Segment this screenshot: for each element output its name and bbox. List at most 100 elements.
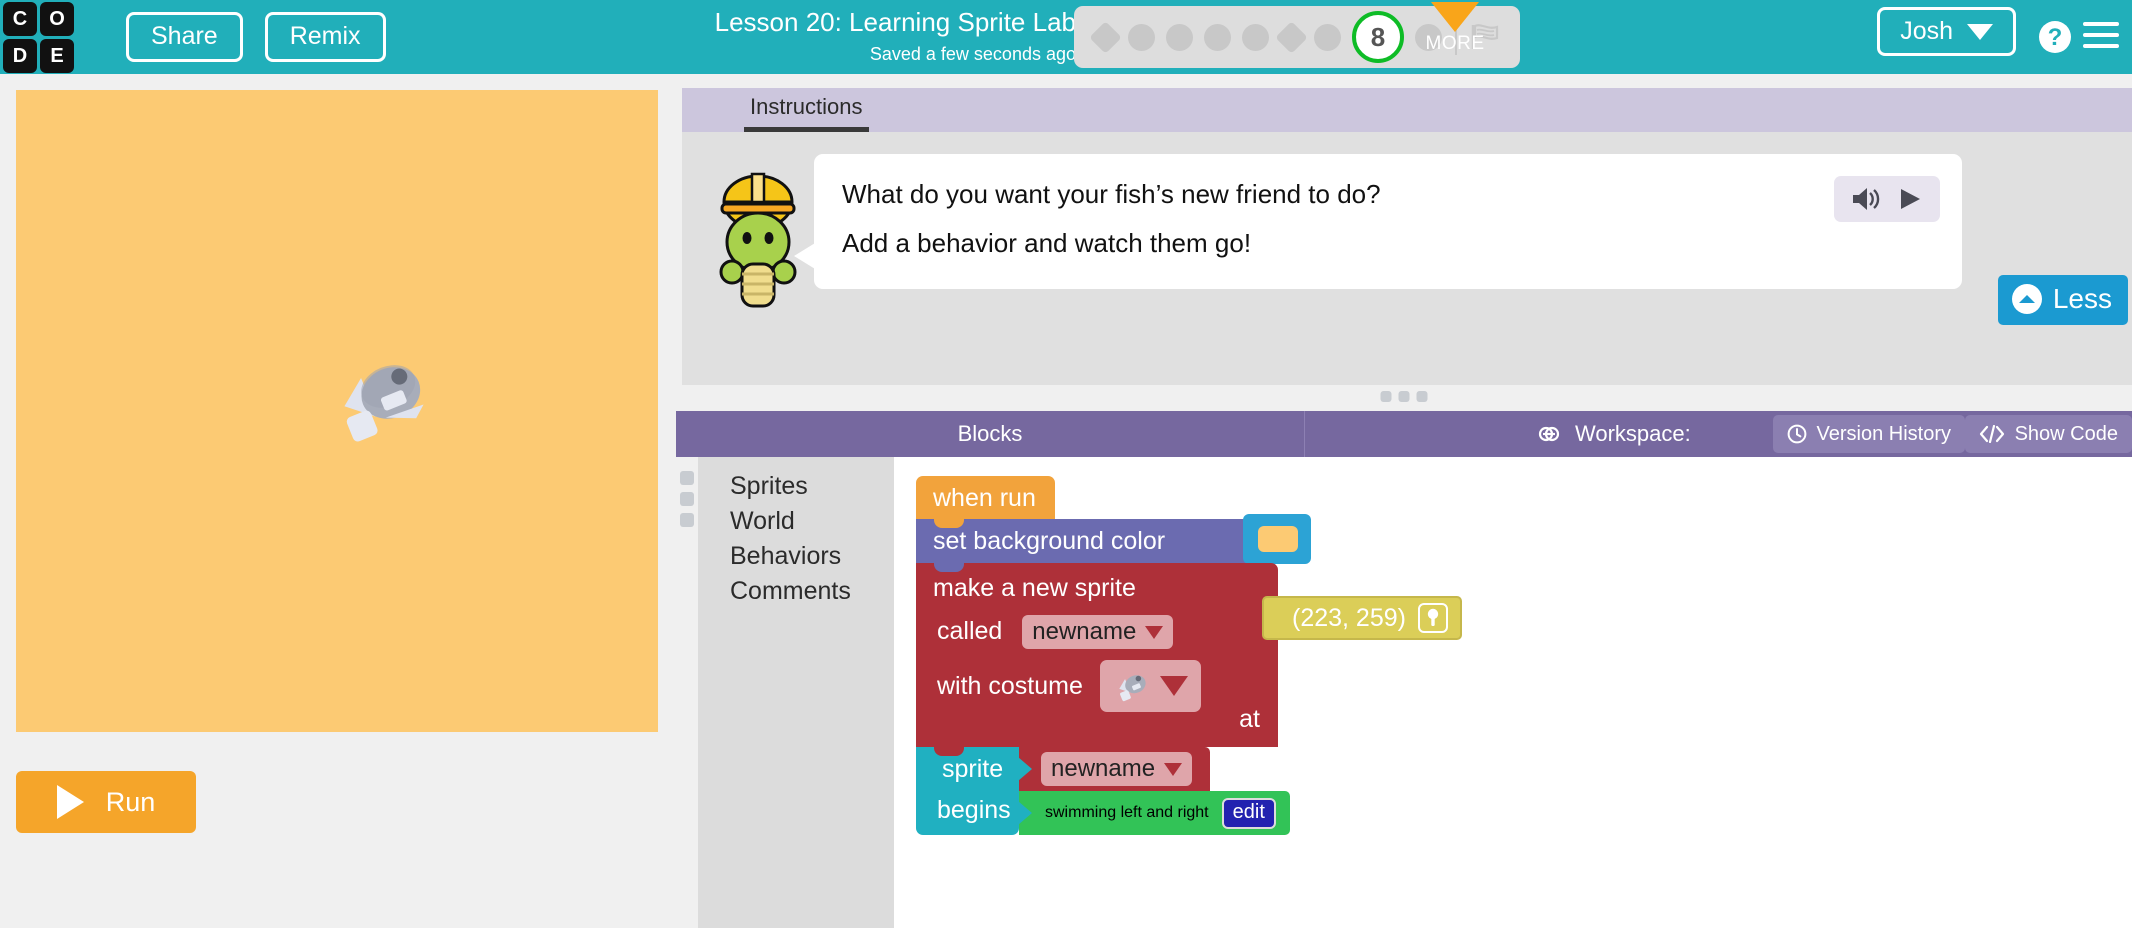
sprite-keyword-label: sprite	[942, 755, 1004, 783]
help-question-icon[interactable]: ?	[2038, 20, 2072, 54]
level-bubble-5[interactable]	[1242, 23, 1269, 51]
game-stage[interactable]	[16, 90, 658, 732]
workspace-label: Workspace:	[1575, 421, 1691, 446]
color-picker-socket[interactable]	[1243, 514, 1311, 564]
blocks-canvas[interactable]: when run set background color make a new…	[894, 457, 2132, 928]
palette-item-comments[interactable]: Comments	[698, 574, 894, 609]
block-when-run-label: when run	[933, 483, 1036, 512]
editor-pane: Instructions What do you want your fish’…	[676, 74, 2132, 928]
instruction-line-2: Add a behavior and watch them go!	[842, 228, 1252, 258]
caret-down-icon	[1431, 2, 1479, 32]
logo-letter-d: D	[3, 39, 37, 73]
workspace-label-group: Workspace:	[1535, 421, 1691, 447]
hamburger-line-3	[2083, 44, 2119, 48]
share-button[interactable]: Share	[126, 12, 243, 62]
sprite-target-value: newname	[1051, 755, 1156, 782]
drag-dots	[1380, 391, 1428, 402]
palette-item-behaviors[interactable]: Behaviors	[698, 539, 894, 574]
svg-text:?: ?	[2048, 24, 2063, 51]
link-chain-icon	[1538, 426, 1560, 442]
block-location-value[interactable]: (223, 259)	[1262, 596, 1462, 640]
level-bubble-3[interactable]	[1166, 23, 1193, 51]
hamburger-line-2	[2083, 33, 2119, 37]
panel-resize-handle-horizontal[interactable]	[676, 385, 2132, 411]
workspace-toolbar: Blocks Workspace: Version History Show C…	[676, 411, 2132, 457]
run-button[interactable]: Run	[16, 771, 196, 833]
behavior-label: swimming left and right	[1045, 804, 1209, 821]
palette-item-world[interactable]: World	[698, 504, 894, 539]
chevron-down-icon	[1145, 625, 1164, 639]
block-make-sprite-title: make a new sprite	[933, 574, 1136, 602]
level-bubble-4[interactable]	[1204, 23, 1231, 51]
drag-dots-vertical	[680, 471, 694, 534]
hamburger-menu-icon[interactable]	[2083, 22, 2119, 55]
at-label: at	[1239, 705, 1260, 733]
block-make-new-sprite[interactable]: make a new sprite called newname with co…	[916, 563, 1278, 747]
user-menu-button[interactable]: Josh	[1877, 7, 2016, 56]
construction-worker-mascot-icon	[719, 172, 797, 308]
less-label: Less	[2052, 283, 2112, 314]
palette-item-sprites[interactable]: Sprites	[698, 469, 894, 504]
block-palette: Sprites World Behaviors Comments	[698, 457, 894, 928]
sprite-name-dropdown[interactable]: newname	[1022, 615, 1174, 649]
play-triangle-icon	[56, 785, 84, 819]
block-sprite-begins[interactable]: sprite begins	[916, 747, 1019, 835]
less-button[interactable]: Less	[1997, 275, 2128, 325]
background-color-swatch[interactable]	[1258, 526, 1298, 552]
block-set-background-color-label: set background color	[933, 526, 1166, 555]
called-label: called	[937, 617, 1003, 645]
tab-instructions[interactable]: Instructions	[744, 88, 869, 132]
instruction-line-1: What do you want your fish’s new friend …	[842, 179, 1381, 209]
speaker-volume-icon[interactable]	[1851, 186, 1881, 212]
block-notch	[934, 563, 964, 572]
show-code-label: Show Code	[2014, 422, 2118, 445]
begins-keyword-label: begins	[937, 796, 1011, 824]
block-workspace: Sprites World Behaviors Comments when ru…	[676, 457, 2132, 928]
block-set-background-color[interactable]: set background color	[916, 519, 1261, 563]
more-dropdown[interactable]: MORE	[1410, 2, 1500, 55]
sprite-target-value-wrap[interactable]: newname	[1041, 752, 1193, 786]
block-connector	[1018, 757, 1032, 781]
audio-controls	[1834, 176, 1940, 222]
save-status: Saved a few seconds ago	[869, 43, 1076, 64]
chevron-down-icon	[1967, 23, 1993, 40]
code-brackets-icon	[1979, 425, 2004, 443]
chevron-down-icon	[1160, 676, 1189, 696]
location-coordinates: (223, 259)	[1292, 603, 1406, 632]
level-bubble-6[interactable]	[1275, 20, 1308, 54]
chevron-up-circle-icon	[2011, 284, 2042, 314]
more-label: MORE	[1425, 33, 1485, 54]
instructions-speech-bubble: What do you want your fish’s new friend …	[814, 154, 1962, 289]
instructions-tabbar: Instructions	[682, 88, 2132, 132]
version-history-label: Version History	[1816, 422, 1952, 445]
tab-blocks[interactable]: Blocks	[676, 411, 1305, 457]
code-org-logo[interactable]: C O D E	[0, 0, 74, 74]
instructions-body: What do you want your fish’s new friend …	[682, 132, 2132, 385]
chevron-down-icon	[1164, 762, 1183, 776]
block-when-run[interactable]: when run	[916, 476, 1055, 520]
sprite-target-dropdown[interactable]: newname	[1018, 747, 1211, 791]
logo-letter-e: E	[40, 39, 74, 73]
level-bubble-2[interactable]	[1128, 23, 1155, 51]
lesson-title: Lesson 20: Learning Sprite Lab	[714, 7, 1076, 37]
remix-button[interactable]: Remix	[264, 12, 386, 62]
hamburger-line-1	[2083, 22, 2119, 26]
sprite-name-value: newname	[1032, 618, 1137, 645]
app-header: C O D E Share Remix Lesson 20: Learning …	[0, 0, 2132, 74]
palette-resize-handle-vertical[interactable]	[676, 457, 698, 928]
logo-letter-o: O	[40, 2, 74, 36]
level-bubble-1[interactable]	[1089, 20, 1122, 54]
gray-fish-sprite[interactable]	[326, 352, 436, 444]
clock-icon	[1787, 424, 1806, 444]
level-bubble-7[interactable]	[1314, 23, 1341, 51]
show-code-button[interactable]: Show Code	[1964, 415, 2132, 453]
edit-behavior-button[interactable]: edit	[1221, 797, 1276, 829]
costume-dropdown[interactable]	[1099, 660, 1201, 712]
level-bubble-current[interactable]: 8	[1352, 11, 1404, 63]
block-notch	[934, 519, 964, 528]
play-triangle-icon[interactable]	[1897, 186, 1923, 212]
block-connector	[1018, 801, 1032, 825]
block-behavior-value[interactable]: swimming left and right edit	[1018, 791, 1290, 835]
location-pin-icon[interactable]	[1417, 603, 1448, 633]
version-history-button[interactable]: Version History	[1772, 415, 1965, 453]
